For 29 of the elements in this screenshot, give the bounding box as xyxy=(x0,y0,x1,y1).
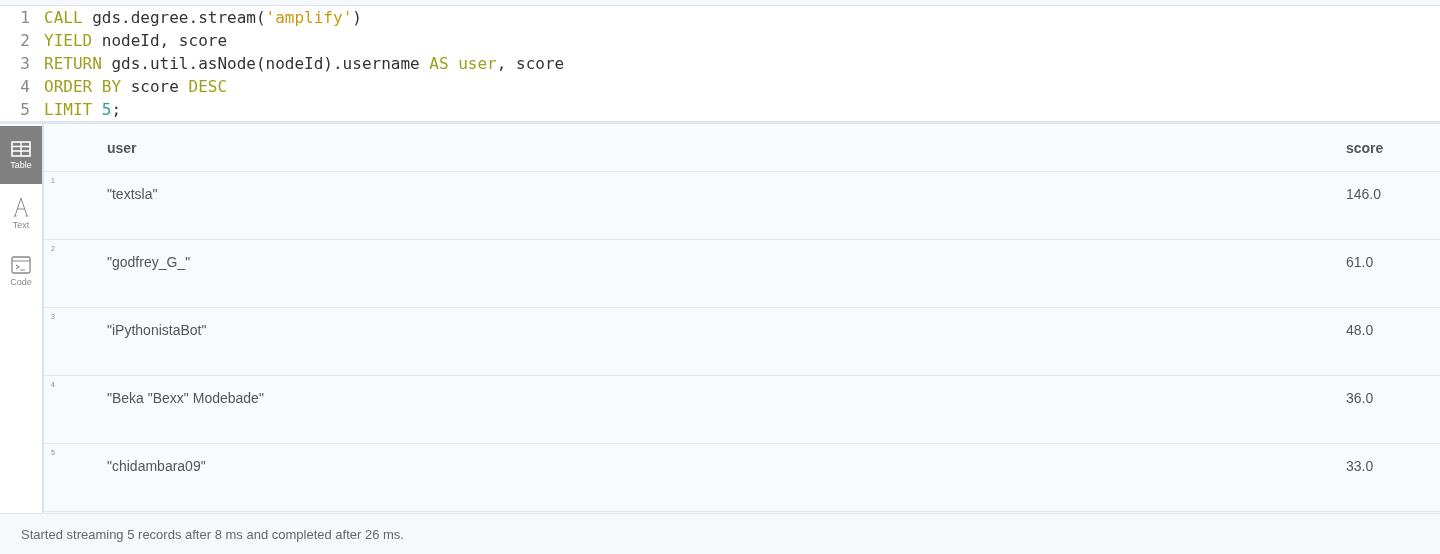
view-tab[interactable]: Code xyxy=(0,242,42,300)
table-icon xyxy=(11,140,31,157)
column-header: score xyxy=(1346,139,1385,156)
code-line: CALL gds.degree.stream('amplify') xyxy=(44,8,362,27)
line-number: 2 xyxy=(19,31,31,50)
column-header: user xyxy=(107,139,138,156)
line-number: 4 xyxy=(19,77,31,96)
table-cell-text: "chidambara09" xyxy=(107,458,207,474)
code-line: RETURN gds.util.asNode(nodeId).username AS user, score xyxy=(44,54,565,73)
table-cell-text: "godfrey_G_" xyxy=(107,254,192,270)
code-line: LIMIT 5; xyxy=(44,100,122,119)
view-tab[interactable]: Text xyxy=(0,184,42,242)
line-number: 3 xyxy=(19,54,31,73)
table-cell-text: 146.0 xyxy=(1346,186,1383,202)
table-cell-text: 61.0 xyxy=(1346,254,1375,270)
table-cell-text: 36.0 xyxy=(1346,390,1375,406)
table-cell-text: "iPythonistaBot" xyxy=(107,322,208,338)
letter-a-icon xyxy=(13,196,29,217)
table-cell-text: 48.0 xyxy=(1346,322,1375,338)
line-number: 1 xyxy=(19,8,31,27)
view-tab[interactable]: Table xyxy=(0,126,42,184)
table-cell-text: "Beka "Bexx" Modebade" xyxy=(107,390,265,406)
line-number: 5 xyxy=(19,100,31,119)
status-message: Started streaming 5 records after 8 ms and completed after 26 ms. xyxy=(21,526,404,542)
code-line: ORDER BY score DESC xyxy=(44,77,228,96)
terminal-icon xyxy=(11,255,31,274)
table-cell-text: "textsla" xyxy=(107,186,159,202)
table-cell-text: 33.0 xyxy=(1346,458,1375,474)
code-line: YIELD nodeId, score xyxy=(44,31,228,50)
